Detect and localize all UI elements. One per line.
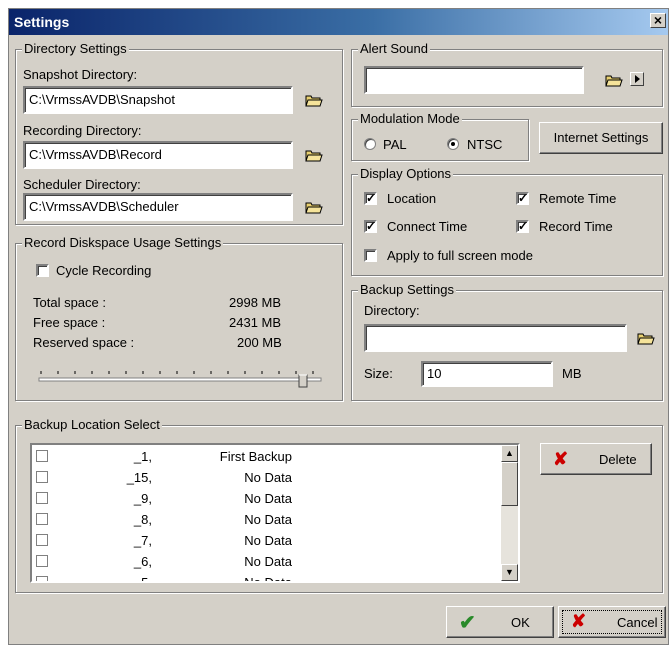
row-checkbox[interactable]: [36, 492, 48, 504]
remote-time-checkbox[interactable]: ✓: [516, 192, 529, 205]
row-id: _15,: [126, 470, 152, 485]
reserved-space-slider[interactable]: [35, 365, 327, 389]
directory-settings-label: Directory Settings: [22, 41, 129, 56]
reserved-space-value: 200 MB: [237, 335, 282, 350]
list-item[interactable]: _15, No Data: [32, 468, 502, 489]
total-space-value: 2998 MB: [229, 295, 282, 310]
alert-folder-icon[interactable]: [605, 73, 623, 87]
ok-button[interactable]: ✔ OK: [446, 606, 554, 638]
list-item[interactable]: _7, No Data: [32, 531, 502, 552]
row-id: _9,: [133, 491, 152, 506]
snapshot-dir-field[interactable]: C:\VrmssAVDB\Snapshot: [23, 86, 293, 114]
backup-folder-icon[interactable]: [637, 331, 655, 345]
free-space-label: Free space :: [33, 315, 106, 330]
scroll-thumb[interactable]: [501, 462, 518, 506]
cancel-label: Cancel: [617, 615, 658, 630]
diskspace-label: Record Diskspace Usage Settings: [22, 235, 224, 250]
delete-x-icon: ✘: [553, 449, 569, 469]
alert-sound-field[interactable]: [364, 66, 584, 94]
recording-dir-label: Recording Directory:: [23, 123, 142, 138]
size-label: Size:: [364, 366, 393, 381]
row-checkbox[interactable]: [36, 555, 48, 567]
internet-settings-button[interactable]: Internet Settings: [539, 122, 663, 154]
recording-folder-icon[interactable]: [305, 148, 323, 162]
close-button[interactable]: ×: [650, 13, 666, 28]
row-id: _7,: [133, 533, 152, 548]
location-checkbox[interactable]: ✓: [364, 192, 377, 205]
row-name: No Data: [244, 512, 292, 527]
alert-sound-label: Alert Sound: [358, 41, 430, 56]
backup-location-list[interactable]: _1, First Backup _15, No Data _9, No Data _…: [30, 443, 520, 583]
row-id: _6,: [133, 554, 152, 569]
snapshot-dir-label: Snapshot Directory:: [23, 67, 138, 82]
list-item[interactable]: _8, No Data: [32, 510, 502, 531]
modulation-label: Modulation Mode: [358, 111, 462, 126]
list-item[interactable]: _5, No Data: [32, 573, 502, 583]
row-id: _1,: [133, 449, 152, 464]
row-checkbox[interactable]: [36, 471, 48, 483]
full-screen-checkbox[interactable]: [364, 249, 377, 262]
pal-radio[interactable]: [364, 138, 376, 150]
cycle-recording-label: Cycle Recording: [56, 263, 152, 278]
list-item[interactable]: _1, First Backup: [32, 447, 502, 468]
row-checkbox[interactable]: [36, 534, 48, 546]
full-screen-label: Apply to full screen mode: [387, 248, 533, 263]
free-space-value: 2431 MB: [229, 315, 282, 330]
scroll-down-icon[interactable]: ▼: [501, 564, 518, 581]
row-name: No Data: [244, 491, 292, 506]
row-checkbox[interactable]: [36, 513, 48, 525]
row-checkbox[interactable]: [36, 576, 48, 581]
scheduler-dir-label: Scheduler Directory:: [23, 177, 141, 192]
cancel-x-icon: ✘: [571, 611, 587, 631]
delete-button[interactable]: ✘ Delete: [540, 443, 652, 475]
row-name: No Data: [244, 554, 292, 569]
title-bar: Settings ×: [9, 9, 668, 35]
backup-location-label: Backup Location Select: [22, 417, 162, 432]
ok-check-icon: ✔: [459, 612, 476, 634]
backup-dir-label: Directory:: [364, 303, 420, 318]
display-options-label: Display Options: [358, 166, 454, 181]
list-item[interactable]: _6, No Data: [32, 552, 502, 573]
window-title: Settings: [14, 14, 70, 30]
row-name: No Data: [244, 533, 292, 548]
cancel-button[interactable]: ✘ Cancel: [558, 606, 666, 638]
row-id: _5,: [133, 575, 152, 583]
pal-label: PAL: [383, 137, 407, 152]
size-field[interactable]: 10: [421, 361, 553, 387]
remote-time-label: Remote Time: [539, 191, 617, 206]
reserved-space-label: Reserved space :: [33, 335, 135, 350]
size-unit-label: MB: [562, 366, 582, 381]
scheduler-dir-field[interactable]: C:\VrmssAVDB\Scheduler: [23, 193, 293, 221]
row-name: No Data: [244, 470, 292, 485]
delete-label: Delete: [599, 452, 637, 467]
list-item[interactable]: _9, No Data: [32, 489, 502, 510]
play-sound-icon[interactable]: [630, 72, 644, 86]
total-space-label: Total space :: [33, 295, 106, 310]
row-name: First Backup: [219, 449, 292, 464]
recording-dir-field[interactable]: C:\VrmssAVDB\Record: [23, 141, 293, 169]
location-label: Location: [387, 191, 437, 206]
connect-time-checkbox[interactable]: ✓: [364, 220, 377, 233]
row-name: No Data: [244, 575, 292, 583]
record-time-checkbox[interactable]: ✓: [516, 220, 529, 233]
ok-label: OK: [511, 615, 530, 630]
scroll-up-icon[interactable]: ▲: [501, 445, 518, 462]
backup-settings-label: Backup Settings: [358, 282, 456, 297]
cycle-recording-checkbox[interactable]: [36, 264, 49, 277]
ntsc-label: NTSC: [467, 137, 503, 152]
row-checkbox[interactable]: [36, 450, 48, 462]
connect-time-label: Connect Time: [387, 219, 468, 234]
settings-dialog: Settings × Directory Settings Snapshot D…: [8, 8, 669, 645]
ntsc-radio[interactable]: [447, 138, 459, 150]
list-scrollbar[interactable]: ▲ ▼: [501, 445, 518, 581]
scheduler-folder-icon[interactable]: [305, 200, 323, 214]
row-id: _8,: [133, 512, 152, 527]
record-time-label: Record Time: [539, 219, 613, 234]
snapshot-folder-icon[interactable]: [305, 93, 323, 107]
backup-dir-field[interactable]: [364, 324, 627, 352]
